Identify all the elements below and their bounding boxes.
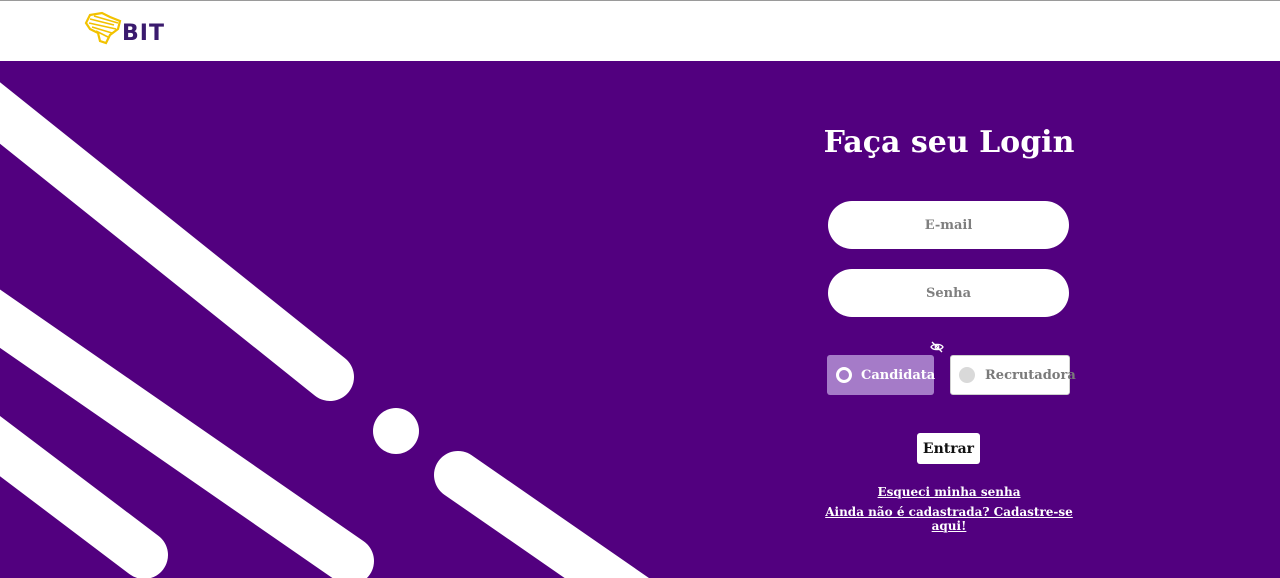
login-title: Faça seu Login bbox=[823, 125, 1075, 160]
role-label-candidata: Candidata bbox=[861, 367, 936, 383]
radio-unselected-icon bbox=[959, 367, 975, 383]
email-field[interactable] bbox=[828, 201, 1069, 249]
signup-link[interactable]: Ainda não é cadastrada? Cadastre-se aqui… bbox=[808, 505, 1090, 533]
forgot-password-link[interactable]: Esqueci minha senha bbox=[808, 485, 1090, 499]
role-option-recrutadora[interactable]: Recrutadora bbox=[950, 355, 1076, 395]
password-field[interactable] bbox=[828, 269, 1069, 317]
role-label-recrutadora: Recrutadora bbox=[985, 367, 1076, 383]
brand-name: BIT bbox=[122, 21, 165, 46]
top-bar: BIT bbox=[0, 0, 1280, 61]
role-option-candidata[interactable]: Candidata bbox=[827, 355, 936, 395]
brazil-map-icon bbox=[84, 11, 122, 45]
hero-banner bbox=[0, 61, 1280, 578]
brand-logo[interactable]: BIT bbox=[84, 11, 168, 53]
eye-slash-icon[interactable] bbox=[930, 341, 944, 353]
radio-selected-icon bbox=[836, 367, 852, 383]
decorative-stripes bbox=[0, 82, 649, 578]
login-button[interactable]: Entrar bbox=[917, 433, 980, 464]
login-form: Faça seu Login Candidata Recrutadora Ent… bbox=[818, 61, 1080, 578]
